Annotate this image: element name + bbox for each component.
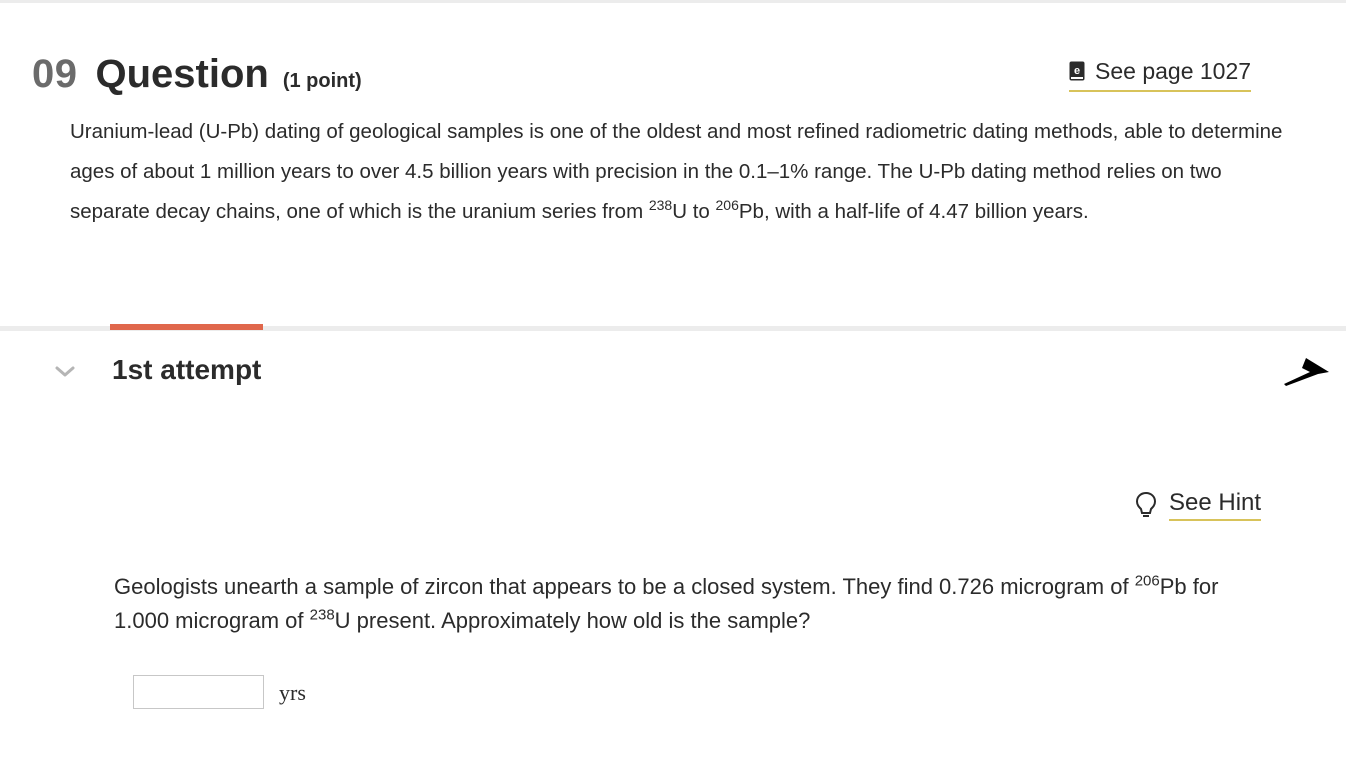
- see-page-label: See page 1027: [1095, 57, 1252, 84]
- intro-superscript: 238: [648, 197, 673, 214]
- intro-text-part: U to: [672, 200, 716, 223]
- attempt-label[interactable]: 1st attempt: [112, 354, 261, 386]
- answer-unit: yrs: [279, 680, 306, 705]
- intro-text-part: Pb, with a half-life of 4.47 billion yea…: [738, 200, 1089, 223]
- problem-superscript: 238: [309, 606, 335, 624]
- see-page-link[interactable]: e See page 1027: [1069, 54, 1252, 92]
- problem-text-part: Geologists unearth a sample of zircon th…: [114, 574, 1135, 599]
- mouse-cursor-icon: [1280, 354, 1332, 394]
- question-header: 09 Question (1 point): [32, 52, 362, 102]
- lightbulb-icon: [1135, 491, 1157, 519]
- see-hint-link[interactable]: See Hint: [1135, 488, 1262, 522]
- question-number: 09: [32, 52, 78, 96]
- chevron-down-icon[interactable]: [54, 362, 76, 380]
- question-title: Question: [95, 52, 269, 96]
- ebook-icon: e: [1069, 61, 1085, 81]
- problem-text-part: U present. Approximately how old is the …: [334, 608, 811, 633]
- problem-superscript: 206: [1134, 572, 1160, 590]
- question-intro-text: Uranium-lead (U-Pb) dating of geological…: [70, 112, 1290, 232]
- top-divider: [0, 0, 1346, 3]
- problem-statement: Geologists unearth a sample of zircon th…: [114, 570, 1274, 638]
- attempt-tab-indicator: [110, 324, 263, 330]
- svg-text:e: e: [1074, 65, 1080, 77]
- answer-input[interactable]: [133, 675, 264, 709]
- question-points: (1 point): [282, 70, 362, 92]
- intro-superscript: 206: [715, 197, 739, 214]
- see-hint-label: See Hint: [1169, 489, 1262, 521]
